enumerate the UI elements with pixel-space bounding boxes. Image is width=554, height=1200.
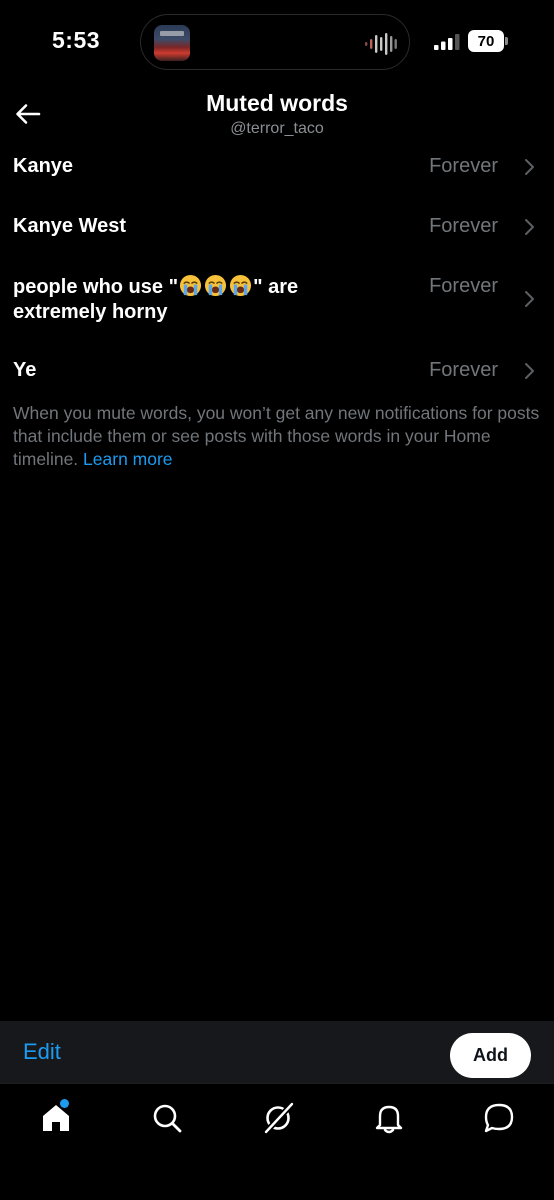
battery-icon: 70	[468, 30, 504, 52]
dynamic-island[interactable]	[140, 14, 410, 70]
loudly-crying-face-icon	[180, 274, 202, 297]
tab-bar	[0, 1083, 554, 1200]
bottom-action-bar: Edit Add	[0, 1021, 554, 1083]
mute-duration: Forever	[429, 215, 498, 237]
tab-messages[interactable]	[479, 1098, 519, 1138]
muted-word-part: people who use "	[13, 276, 179, 298]
muted-word: Kanye West	[13, 215, 127, 237]
loudly-crying-face-icon	[205, 274, 227, 297]
chevron-right-icon	[525, 291, 534, 307]
chevron-right-icon	[525, 219, 534, 235]
status-indicators: 70	[434, 30, 514, 54]
screen: 5:53 70 Muted words @terror_taco Kanye F…	[0, 0, 554, 1200]
chevron-right-icon	[525, 363, 534, 379]
muted-word: Ye	[13, 359, 37, 381]
battery-level: 70	[477, 32, 495, 50]
tab-home[interactable]	[36, 1098, 76, 1138]
header: Muted words @terror_taco	[0, 84, 554, 148]
info-text: When you mute words, you won’t get any n…	[13, 402, 543, 471]
now-playing-artwork	[154, 25, 190, 61]
muted-word-row[interactable]: Kanye Forever	[0, 148, 554, 208]
battery-nub	[505, 37, 508, 45]
page-title: Muted words	[206, 90, 348, 116]
muted-words-list: Kanye Forever Kanye West Forever people …	[0, 148, 554, 413]
chevron-right-icon	[525, 159, 534, 175]
muted-word-row[interactable]: Kanye West Forever	[0, 208, 554, 268]
account-handle: @terror_taco	[230, 120, 324, 137]
tab-grok[interactable]	[258, 1098, 298, 1138]
bell-icon	[375, 1105, 403, 1134]
muted-word: people who use " " are extremely horny	[13, 274, 393, 325]
status-time: 5:53	[52, 27, 101, 53]
mute-duration: Forever	[429, 275, 498, 297]
messages-icon	[484, 1103, 514, 1133]
muted-word-part: extremely horny	[13, 301, 168, 323]
tab-notifications[interactable]	[369, 1098, 409, 1138]
status-bar: 5:53 70	[0, 0, 554, 84]
learn-more-link[interactable]: Learn more	[83, 449, 173, 469]
cellular-signal-icon	[434, 34, 460, 50]
audio-waveform-icon	[365, 33, 397, 55]
tab-search[interactable]	[147, 1098, 187, 1138]
mute-duration: Forever	[429, 359, 498, 381]
muted-word-row[interactable]: people who use " " are extremely horny Fo…	[0, 268, 554, 353]
mute-duration: Forever	[429, 155, 498, 177]
muted-word-part: " are	[253, 276, 299, 298]
loudly-crying-face-icon	[230, 274, 252, 297]
edit-button[interactable]: Edit	[23, 1039, 61, 1065]
grok-icon	[263, 1101, 295, 1135]
muted-word: Kanye	[13, 155, 74, 177]
add-button[interactable]: Add	[450, 1033, 531, 1078]
search-icon	[153, 1104, 182, 1133]
notification-dot	[60, 1099, 69, 1108]
